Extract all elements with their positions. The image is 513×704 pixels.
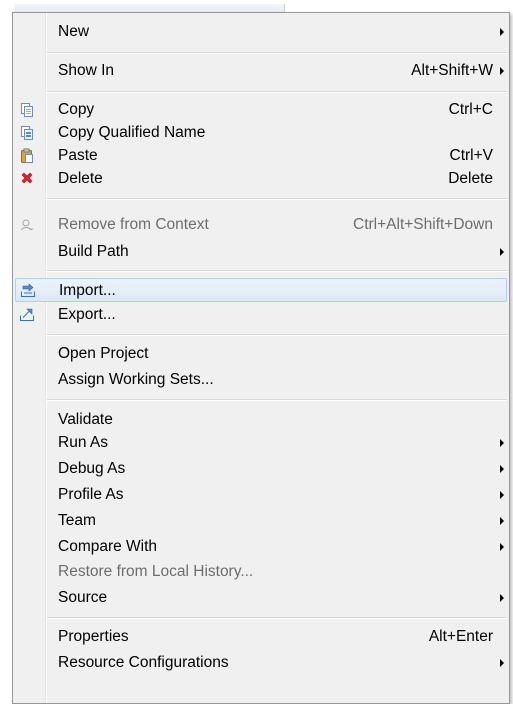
menu-item-resource-configurations[interactable]: Resource Configurations [15, 651, 507, 675]
import-icon [18, 281, 38, 301]
menu-item-label: Restore from Local History... [58, 563, 254, 580]
menu-item-label: Export... [58, 306, 116, 323]
menu-item-team[interactable]: Team [15, 509, 507, 533]
remove-from-context-icon [17, 215, 37, 235]
menu-item-paste[interactable]: Paste Ctrl+V [15, 144, 507, 168]
menu-item-label: Build Path [58, 243, 129, 260]
menu-item-shortcut: Alt+Shift+W [411, 62, 493, 79]
menu-item-label: Team [58, 512, 96, 529]
menu-item-export[interactable]: Export... [15, 303, 507, 327]
menu-item-label: Properties [58, 628, 129, 645]
menu-separator [47, 91, 507, 93]
menu-item-label: Profile As [58, 486, 124, 503]
menu-item-run-as[interactable]: Run As [15, 431, 507, 455]
menu-item-shortcut: Ctrl+C [448, 101, 493, 118]
menu-item-delete[interactable]: Delete Delete [15, 167, 507, 191]
menu-item-new[interactable]: New [15, 20, 507, 44]
menu-item-profile-as[interactable]: Profile As [15, 483, 507, 507]
delete-icon [17, 169, 37, 189]
menu-item-label: Show In [58, 62, 115, 79]
menu-item-validate[interactable]: Validate [15, 408, 507, 432]
submenu-arrow-icon [500, 594, 504, 602]
menu-item-label: Paste [58, 147, 98, 164]
menu-item-label: Assign Working Sets... [58, 371, 214, 388]
submenu-arrow-icon [500, 28, 504, 36]
submenu-arrow-icon [500, 439, 504, 447]
submenu-arrow-icon [500, 659, 504, 667]
menu-item-shortcut: Ctrl+V [449, 147, 494, 164]
menu-item-restore-from-local-history[interactable]: Restore from Local History... [15, 560, 507, 584]
menu-item-remove-from-context[interactable]: Remove from Context Ctrl+Alt+Shift+Down [15, 213, 507, 237]
copy-icon [17, 100, 37, 120]
menu-item-copy-qualified-name[interactable]: Copy Qualified Name [15, 121, 507, 145]
menu-item-import[interactable]: Import... [15, 278, 507, 302]
menu-item-shortcut: Alt+Enter [428, 628, 493, 645]
menu-separator [47, 198, 507, 200]
menu-item-show-in[interactable]: Show In Alt+Shift+W [15, 59, 507, 83]
menu-item-label: New [58, 23, 90, 40]
menu-item-compare-with[interactable]: Compare With [15, 535, 507, 559]
submenu-arrow-icon [500, 248, 504, 256]
menu-item-label: Import... [59, 282, 116, 299]
menu-item-shortcut: Ctrl+Alt+Shift+Down [353, 216, 493, 233]
menu-item-label: Open Project [58, 345, 149, 362]
menu-item-label: Compare With [58, 538, 158, 555]
menu-separator [47, 399, 507, 401]
menu-item-shortcut: Delete [448, 170, 493, 187]
menu-item-label: Copy Qualified Name [58, 124, 206, 141]
submenu-arrow-icon [500, 491, 504, 499]
menu-item-label: Source [58, 589, 108, 606]
export-icon [17, 305, 37, 325]
menu-item-label: Copy [58, 101, 95, 118]
menu-item-label: Debug As [58, 460, 126, 477]
menu-separator [47, 334, 507, 336]
menu-separator [47, 270, 507, 272]
submenu-arrow-icon [500, 67, 504, 75]
menu-item-assign-working-sets[interactable]: Assign Working Sets... [15, 368, 507, 392]
menu-item-label: Remove from Context [58, 216, 209, 233]
menu-item-label: Delete [58, 170, 103, 187]
menu-item-open-project[interactable]: Open Project [15, 342, 507, 366]
menu-separator [47, 52, 507, 54]
menu-separator [47, 617, 507, 619]
menu-item-copy[interactable]: Copy Ctrl+C [15, 98, 507, 122]
menu-item-debug-as[interactable]: Debug As [15, 457, 507, 481]
menu-item-properties[interactable]: Properties Alt+Enter [15, 625, 507, 649]
menu-item-label: Resource Configurations [58, 654, 229, 671]
menu-item-source[interactable]: Source [15, 586, 507, 610]
submenu-arrow-icon [500, 465, 504, 473]
menu-item-label: Validate [58, 411, 113, 428]
paste-icon [17, 146, 37, 166]
context-menu: New Show In Alt+Shift+W Copy Ctrl+C Copy… [12, 12, 510, 704]
submenu-arrow-icon [500, 543, 504, 551]
submenu-arrow-icon [500, 517, 504, 525]
copy-qualified-name-icon [17, 123, 37, 143]
menu-item-label: Run As [58, 434, 108, 451]
menu-item-build-path[interactable]: Build Path [15, 240, 507, 264]
